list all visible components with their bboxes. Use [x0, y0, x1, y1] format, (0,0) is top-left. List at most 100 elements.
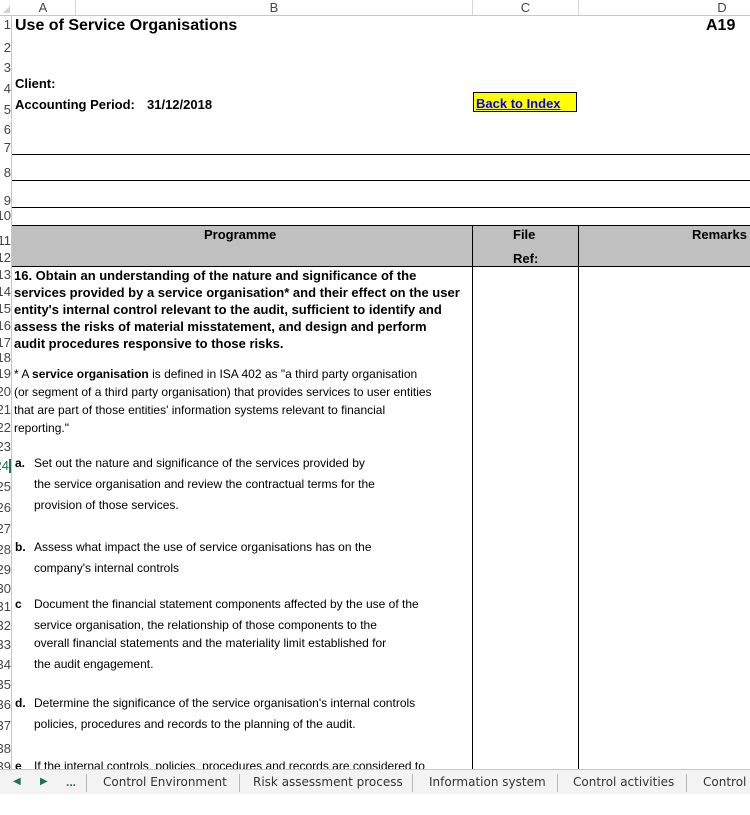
item-c-line: overall financial statements and the mat… — [34, 636, 387, 650]
row-number[interactable]: 18 — [0, 351, 11, 365]
row-number[interactable]: 12 — [0, 251, 11, 265]
item-c-label: c — [15, 597, 22, 611]
column-header-a[interactable]: A — [12, 0, 74, 15]
row-number[interactable]: 9 — [0, 194, 11, 208]
tab-separator — [557, 774, 558, 792]
back-to-index-label[interactable]: Back to Index — [476, 96, 561, 111]
row-number[interactable]: 5 — [0, 103, 11, 117]
row-number[interactable]: 22 — [0, 421, 11, 435]
back-to-index-link[interactable]: Back to Index — [473, 92, 577, 112]
column-border — [578, 225, 579, 769]
tab-scroll-left-icon[interactable]: ◀ — [13, 770, 21, 794]
item-b-label: b. — [15, 540, 26, 554]
sheet-title: Use of Service Organisations — [15, 17, 238, 34]
divider-line — [12, 154, 750, 155]
objective-line: entity's internal control relevant to th… — [14, 302, 442, 317]
row-number[interactable]: 30 — [0, 582, 11, 596]
item-d-line: Determine the significance of the servic… — [34, 696, 416, 710]
row-number[interactable]: 28 — [0, 543, 11, 557]
tab-control[interactable]: Control — [703, 770, 746, 794]
tab-control-environment[interactable]: Control Environment — [103, 770, 227, 794]
row-number[interactable]: 38 — [0, 742, 11, 756]
select-all-corner[interactable] — [0, 0, 11, 15]
item-c-line: service organisation, the relationship o… — [34, 618, 377, 632]
tab-separator — [86, 774, 87, 792]
row-number[interactable]: 32 — [0, 619, 11, 633]
row-number[interactable]: 14 — [0, 285, 11, 299]
row-number[interactable]: 11 — [0, 234, 11, 248]
footnote-term: service organisation — [32, 367, 149, 381]
footnote-line: (or segment of a third party organisatio… — [14, 385, 432, 399]
row-number[interactable]: 26 — [0, 501, 11, 515]
item-a-label: a. — [15, 456, 26, 470]
row-number[interactable]: 37 — [0, 719, 11, 733]
row-header-gutter: 1234567891011121314151617181920212223242… — [0, 16, 12, 769]
tab-scroll-right-icon[interactable]: ▶ — [40, 770, 48, 794]
blank-area — [0, 794, 750, 815]
item-b-line: Assess what impact the use of service or… — [34, 540, 372, 554]
row-number[interactable]: 34 — [0, 658, 11, 672]
column-header-bar: A B C D — [0, 0, 750, 16]
item-a-line: provision of those services. — [34, 498, 179, 512]
row-number[interactable]: 24 — [0, 459, 11, 473]
row-number[interactable]: 23 — [0, 440, 11, 454]
tab-risk-assessment-process[interactable]: Risk assessment process — [253, 770, 403, 794]
objective-line: assess the risks of material misstatemen… — [14, 319, 427, 334]
row-number[interactable]: 19 — [0, 367, 11, 381]
divider-line — [12, 207, 750, 208]
column-border — [472, 225, 473, 769]
row-number[interactable]: 39 — [0, 760, 11, 769]
row-number[interactable]: 3 — [0, 61, 11, 75]
row-number[interactable]: 8 — [0, 166, 11, 180]
header-file-ref-line2: Ref: — [513, 251, 539, 266]
header-file-ref-line1: File — [513, 227, 536, 242]
tab-separator — [412, 774, 413, 792]
divider-line — [12, 180, 750, 181]
row-number[interactable]: 1 — [0, 18, 11, 32]
footnote-prefix: * A — [14, 367, 33, 381]
header-programme: Programme — [204, 227, 277, 242]
column-header-c[interactable]: C — [473, 0, 578, 15]
row-number[interactable]: 16 — [0, 319, 11, 333]
sheet-tab-bar: ◀ ▶ ... Control Environment Risk assessm… — [0, 769, 750, 794]
row-number[interactable]: 29 — [0, 563, 11, 577]
accounting-period-value: 31/12/2018 — [147, 97, 213, 112]
row-number[interactable]: 13 — [0, 268, 11, 282]
objective-line: audit procedures responsive to those ris… — [14, 336, 284, 351]
row-number[interactable]: 17 — [0, 336, 11, 350]
row-number[interactable]: 4 — [0, 82, 11, 96]
tab-control-activities[interactable]: Control activities — [573, 770, 674, 794]
footnote-line: reporting." — [14, 421, 69, 435]
row-number[interactable]: 21 — [0, 403, 11, 417]
row-number[interactable]: 36 — [0, 698, 11, 712]
row-number[interactable]: 25 — [0, 480, 11, 494]
reference-code: A19 — [706, 17, 736, 34]
objective-line: services provided by a service organisat… — [14, 285, 460, 300]
row-number[interactable]: 10 — [0, 209, 11, 223]
column-header-b[interactable]: B — [76, 0, 472, 15]
row-number[interactable]: 31 — [0, 600, 11, 614]
row-number[interactable]: 6 — [0, 123, 11, 137]
column-header-d[interactable]: D — [700, 0, 744, 15]
item-c-line: the audit engagement. — [34, 657, 154, 671]
footnote-line: * A service organisation is defined in I… — [14, 367, 417, 381]
objective-line: 16. Obtain an understanding of the natur… — [14, 268, 417, 283]
tab-separator — [239, 774, 240, 792]
row-number[interactable]: 2 — [0, 41, 11, 55]
tab-information-system[interactable]: Information system — [429, 770, 546, 794]
row-number[interactable]: 7 — [0, 141, 11, 155]
column-divider[interactable] — [578, 0, 579, 15]
row-number[interactable]: 20 — [0, 385, 11, 399]
row-number[interactable]: 27 — [0, 522, 11, 536]
item-a-line: Set out the nature and significance of t… — [34, 456, 365, 470]
item-a-line: the service organisation and review the … — [34, 477, 375, 491]
footnote-rest: is defined in ISA 402 as "a third party … — [148, 367, 418, 381]
accounting-period-label: Accounting Period: — [15, 97, 135, 112]
row-number[interactable]: 33 — [0, 638, 11, 652]
row-number[interactable]: 15 — [0, 302, 11, 316]
item-d-label: d. — [15, 696, 26, 710]
more-tabs-button[interactable]: ... — [66, 770, 76, 794]
row-number[interactable]: 35 — [0, 678, 11, 692]
client-label: Client: — [15, 76, 56, 91]
tab-separator — [686, 774, 687, 792]
